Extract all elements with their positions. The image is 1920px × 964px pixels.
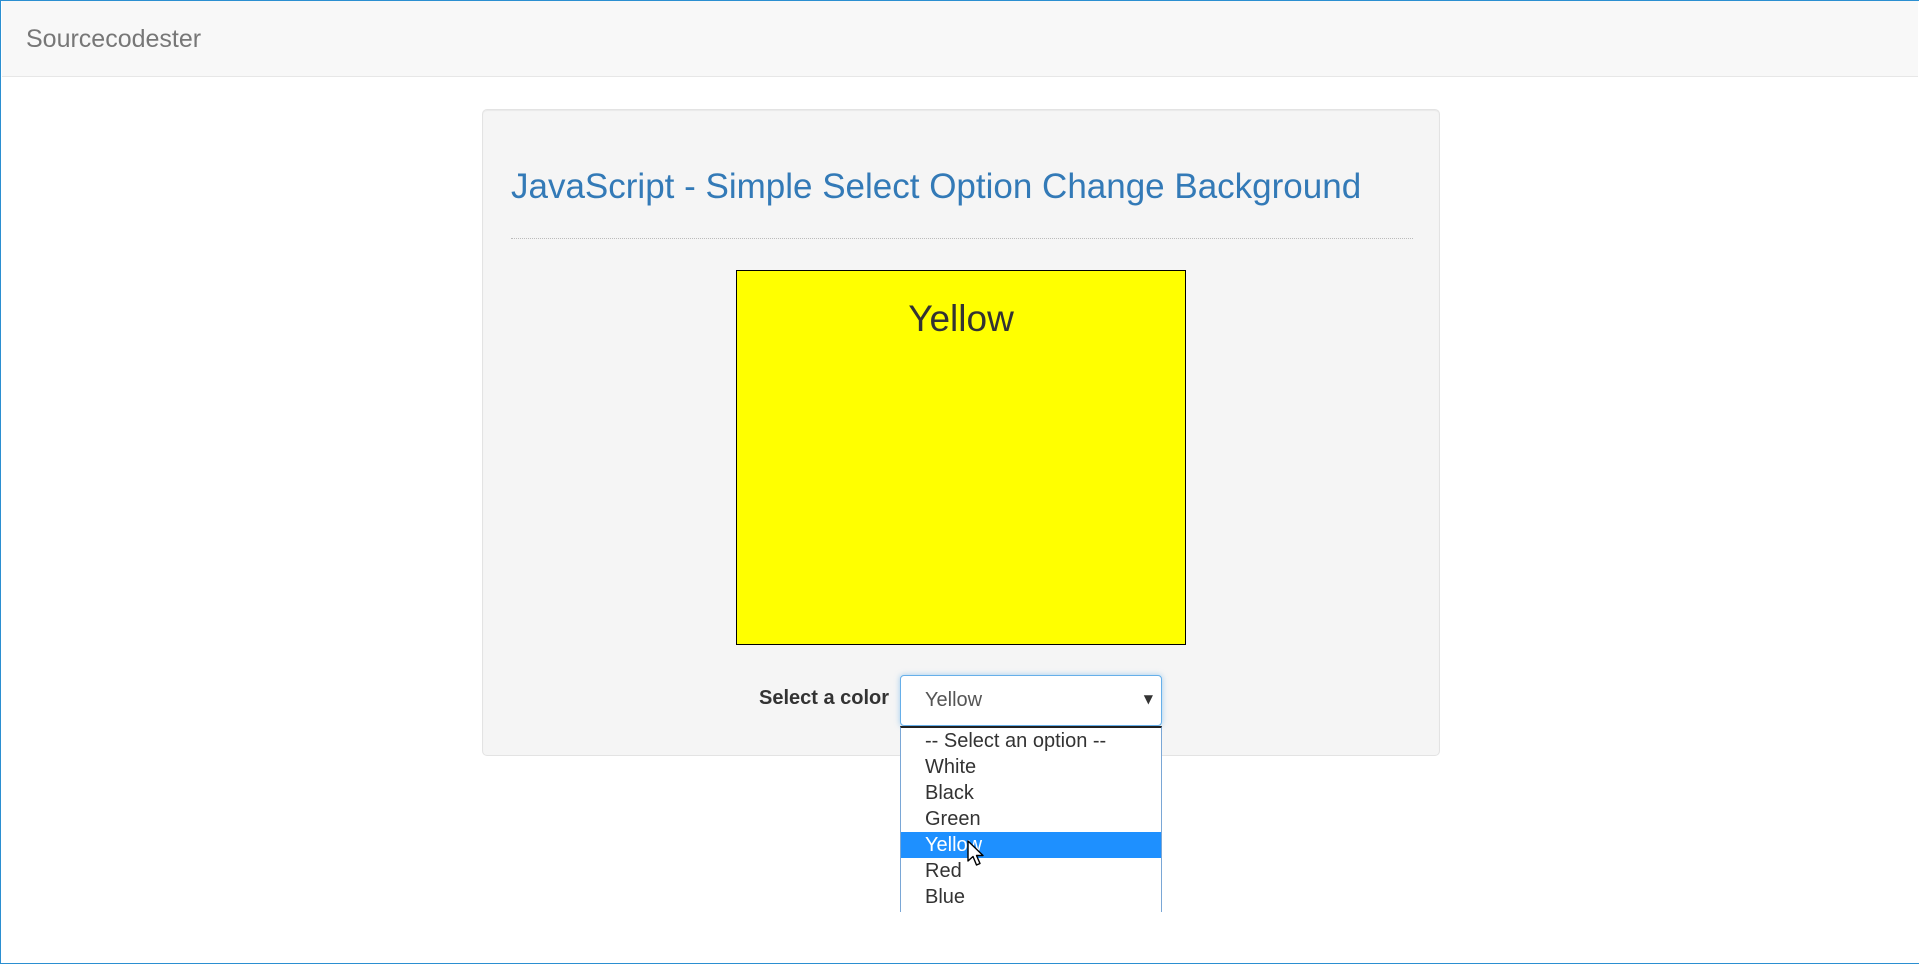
navbar-brand[interactable]: Sourcecodester <box>26 25 201 54</box>
arrow-cursor-icon <box>967 840 987 868</box>
navbar: Sourcecodester <box>2 1 1918 77</box>
select-color-label: Select a color <box>759 687 889 710</box>
color-preview-box: Yellow <box>736 270 1186 645</box>
dropdown-option-red[interactable]: Red <box>901 858 1161 884</box>
dropdown-option-green[interactable]: Green <box>901 806 1161 832</box>
title-divider <box>511 238 1413 239</box>
color-select[interactable]: Yellow ▼ <box>900 675 1162 726</box>
chevron-down-icon: ▼ <box>1144 692 1153 706</box>
content-panel: JavaScript - Simple Select Option Change… <box>482 109 1440 756</box>
dropdown-option-white[interactable]: White <box>901 754 1161 780</box>
dropdown-option-select-an-option[interactable]: -- Select an option -- <box>901 728 1161 754</box>
color-preview-label: Yellow <box>737 298 1185 340</box>
color-select-dropdown: -- Select an option --WhiteBlackGreenYel… <box>900 726 1162 912</box>
color-select-value: Yellow <box>925 689 982 712</box>
dropdown-option-blue[interactable]: Blue <box>901 884 1161 910</box>
page-title: JavaScript - Simple Select Option Change… <box>511 167 1361 207</box>
dropdown-option-black[interactable]: Black <box>901 780 1161 806</box>
dropdown-option-yellow[interactable]: Yellow <box>901 832 1161 858</box>
